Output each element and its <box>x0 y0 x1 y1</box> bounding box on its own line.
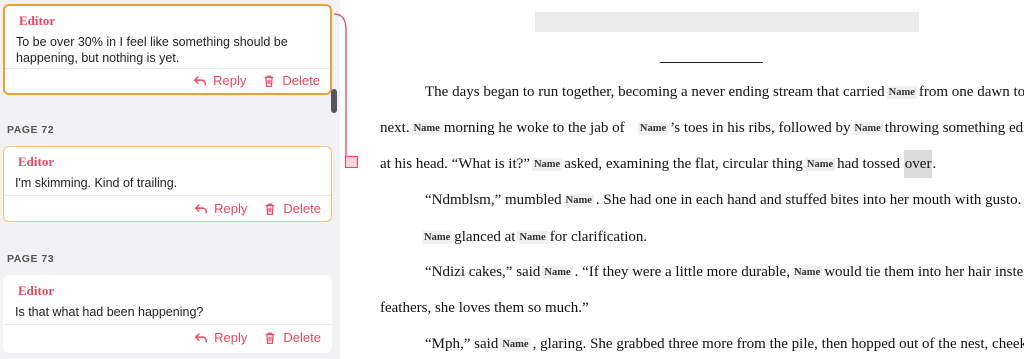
reply-button[interactable]: Reply <box>194 201 247 216</box>
highlighted-text[interactable]: over <box>903 150 933 178</box>
title-divider <box>660 62 763 63</box>
comment-actions: Reply Delete <box>194 201 321 216</box>
name-token: Name <box>886 86 917 99</box>
comment-card[interactable]: Editor I'm skimming. Kind of trailing. R… <box>3 146 332 222</box>
reply-label: Reply <box>214 330 248 345</box>
sidebar-scrollbar-thumb[interactable] <box>331 89 337 113</box>
document-page: The days began to run together, becoming… <box>340 0 1024 359</box>
delete-button[interactable]: Delete <box>263 201 321 216</box>
trash-icon <box>266 203 275 215</box>
comment-author: Editor <box>19 13 56 28</box>
paragraph-line: The days began to run together, becoming… <box>425 84 1024 100</box>
comment-text: To be over 30% in I feel like something … <box>16 35 288 65</box>
name-token: Name <box>804 158 836 171</box>
name-token: Name <box>542 266 573 279</box>
delete-button[interactable]: Delete <box>262 73 320 88</box>
paragraph-line: next. Name morning he woke to the jab of N… <box>380 120 1024 136</box>
name-token: Name <box>637 122 669 135</box>
name-token: Name <box>411 122 442 135</box>
paragraph-line: “Ndizi cakes,” said Name. “If they were a… <box>425 264 1024 280</box>
name-token: Name <box>563 194 594 207</box>
chapter-title-placeholder <box>535 12 919 32</box>
comment-text: Is that what had been happening? <box>15 305 204 319</box>
page-label: PAGE 73 <box>7 253 55 265</box>
reply-label: Reply <box>213 73 247 88</box>
trash-icon <box>266 332 275 344</box>
delete-label: Delete <box>283 330 321 345</box>
paragraph-line: “Ndmblsm,” mumbled Name. She had one in e… <box>425 192 1022 208</box>
comment-card[interactable]: Editor To be over 30% in I feel like som… <box>3 4 332 95</box>
page-label: PAGE 72 <box>7 124 55 136</box>
reply-label: Reply <box>214 201 248 216</box>
name-token: Name <box>500 338 531 351</box>
comment-author: Editor <box>18 283 55 298</box>
delete-label: Delete <box>282 73 320 88</box>
name-token: Name <box>422 231 453 244</box>
delete-button[interactable]: Delete <box>263 330 321 345</box>
reply-button[interactable]: Reply <box>193 73 246 88</box>
reply-button[interactable]: Reply <box>194 330 247 345</box>
comments-sidebar: Editor To be over 30% in I feel like som… <box>0 0 340 359</box>
reply-icon <box>194 332 208 342</box>
trash-icon <box>265 75 274 87</box>
name-token: Name <box>791 266 823 279</box>
name-token: Name <box>531 158 563 171</box>
comment-divider <box>4 195 331 196</box>
delete-label: Delete <box>283 201 321 216</box>
comment-author: Editor <box>18 154 55 169</box>
name-token: Name <box>517 231 548 244</box>
sidebar-scrollbar[interactable] <box>329 0 339 359</box>
paragraph-line: feathers, she loves them so much.” <box>380 300 589 316</box>
reply-icon <box>193 75 207 85</box>
paragraph-line: Name glanced at Name for clarification. <box>422 229 648 245</box>
comment-text: I'm skimming. Kind of trailing. <box>15 176 178 190</box>
comment-divider <box>5 68 330 69</box>
comment-actions: Reply Delete <box>193 73 320 88</box>
paragraph-line: at his head. “What is it?” Name asked, exa… <box>380 150 936 178</box>
name-token: Name <box>852 122 883 135</box>
paragraph-line: “Mph,” said Name, glaring. She grabbed th… <box>425 336 1024 352</box>
reply-icon <box>194 203 208 213</box>
comment-card[interactable]: Editor Is that what had been happening? … <box>3 275 332 353</box>
comment-actions: Reply Delete <box>194 330 321 345</box>
comment-divider <box>4 324 331 325</box>
